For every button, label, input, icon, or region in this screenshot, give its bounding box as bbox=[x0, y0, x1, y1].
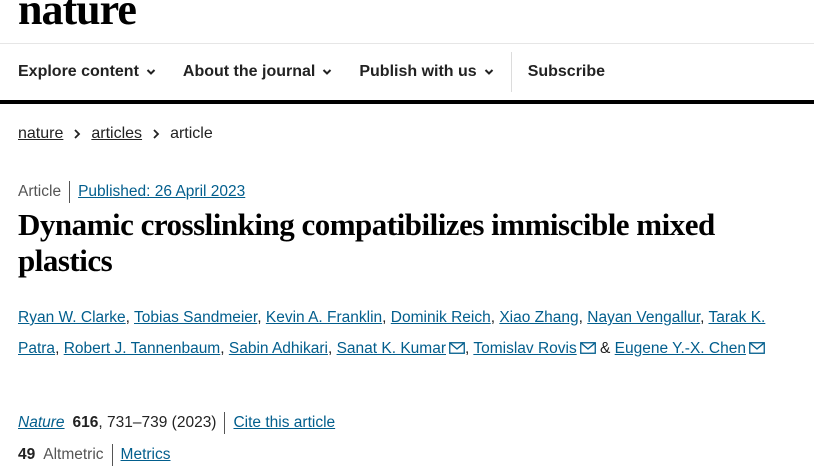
article-meta: Article Published: 26 April 2023 bbox=[18, 181, 245, 203]
logo-row: nature bbox=[0, 0, 814, 44]
author-link[interactable]: Eugene Y.-X. Chen bbox=[615, 340, 746, 357]
breadcrumb-nature[interactable]: nature bbox=[18, 125, 63, 143]
chevron-down-icon bbox=[146, 69, 156, 75]
article-type: Article bbox=[18, 183, 62, 200]
author-link[interactable]: Dominik Reich bbox=[391, 309, 491, 326]
author-link[interactable]: Tomislav Rovis bbox=[473, 340, 576, 357]
metrics-divider bbox=[111, 444, 113, 466]
author-link[interactable]: Sabin Adhikari bbox=[229, 340, 328, 357]
author-list: Ryan W. Clarke, Tobias Sandmeier, Kevin … bbox=[18, 309, 766, 357]
breadcrumb: nature articles article bbox=[18, 125, 213, 143]
nav-divider bbox=[510, 52, 512, 92]
author-link[interactable]: Tobias Sandmeier bbox=[134, 309, 257, 326]
breadcrumb-current: article bbox=[170, 125, 213, 142]
meta-divider bbox=[69, 181, 71, 203]
author-link[interactable]: Kevin A. Franklin bbox=[266, 309, 382, 326]
chevron-right-icon bbox=[153, 129, 160, 139]
citation-divider bbox=[224, 412, 226, 434]
nav-label: About the journal bbox=[182, 63, 316, 80]
metrics-row: 49 Altmetric Metrics bbox=[18, 444, 171, 466]
author-link[interactable]: Sanat K. Kumar bbox=[337, 340, 446, 357]
cite-this-article-link[interactable]: Cite this article bbox=[233, 414, 335, 432]
nav-label: Subscribe bbox=[527, 63, 606, 80]
author-link[interactable]: Xiao Zhang bbox=[499, 309, 578, 326]
site-header: nature Explore content About the journal… bbox=[0, 0, 814, 104]
altmetric-score: 49 bbox=[18, 446, 36, 463]
journal-name-link[interactable]: Nature bbox=[18, 414, 65, 432]
envelope-icon[interactable] bbox=[749, 342, 765, 354]
envelope-icon[interactable] bbox=[449, 342, 465, 354]
main-nav: Explore content About the journal Publis… bbox=[0, 44, 814, 104]
author-link[interactable]: Ryan W. Clarke bbox=[18, 309, 126, 326]
article-title: Dynamic crosslinking compatibilizes immi… bbox=[18, 207, 715, 278]
published-date-link[interactable]: Published: 26 April 2023 bbox=[78, 183, 245, 201]
citation-row: Nature 616 , 731–739 (2023) Cite this ar… bbox=[18, 412, 335, 434]
chevron-down-icon bbox=[323, 69, 332, 75]
author-link[interactable]: Nayan Vengallur bbox=[587, 309, 700, 326]
nav-about-journal[interactable]: About the journal bbox=[183, 63, 332, 81]
chevron-down-icon bbox=[484, 69, 493, 75]
author-ampersand: & bbox=[600, 340, 611, 357]
nav-label: Explore content bbox=[18, 63, 139, 80]
altmetric-label: Altmetric bbox=[43, 446, 104, 463]
envelope-icon[interactable] bbox=[579, 342, 596, 354]
nav-explore-content[interactable]: Explore content bbox=[18, 63, 156, 81]
metrics-link[interactable]: Metrics bbox=[121, 446, 171, 464]
author-link[interactable]: Robert J. Tannenbaum bbox=[64, 340, 221, 357]
nature-logo[interactable]: nature bbox=[18, 0, 137, 32]
breadcrumb-articles[interactable]: articles bbox=[91, 125, 142, 143]
chevron-right-icon bbox=[74, 129, 81, 139]
nav-publish-with-us[interactable]: Publish with us bbox=[359, 63, 493, 81]
nav-label: Publish with us bbox=[359, 63, 477, 80]
volume-number: 616 bbox=[72, 414, 99, 431]
pages-year: , 731–739 (2023) bbox=[98, 414, 217, 431]
nav-subscribe[interactable]: Subscribe bbox=[528, 63, 605, 81]
